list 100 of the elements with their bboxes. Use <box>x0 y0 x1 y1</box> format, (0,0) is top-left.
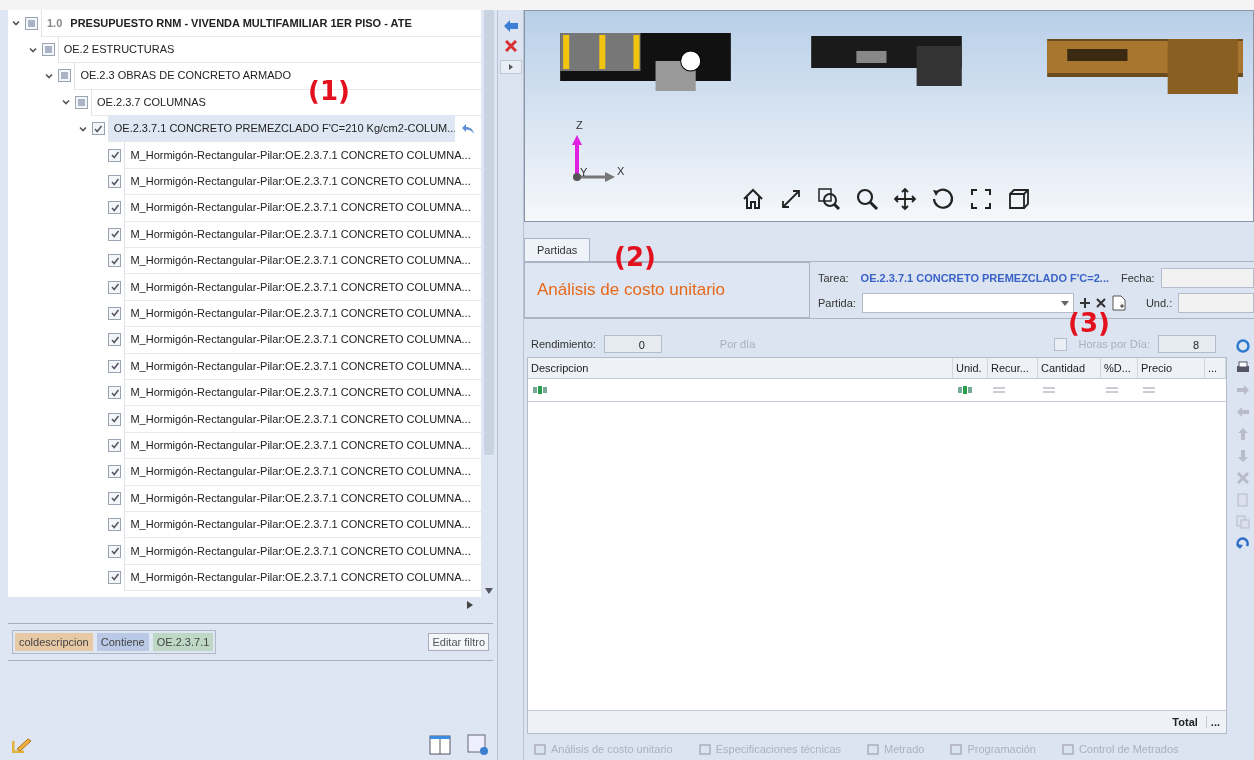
layout-icon[interactable] <box>429 735 451 755</box>
document-icon <box>1061 743 1074 755</box>
field-label: Und.: <box>1145 296 1173 309</box>
tree-item[interactable]: M_Hormigón-Rectangular-Pilar:OE.2.3.7.1 CONCRETO COLUMNA... <box>124 484 481 512</box>
checkbox[interactable] <box>108 359 122 373</box>
tab[interactable]: Partidas <box>524 238 591 261</box>
document-icon <box>867 743 880 755</box>
tree-item[interactable]: 1.0 PRESUPUESTO RNM - VIVENDA MULTIFAMILIAR 1ER PISO - ATE <box>41 10 481 37</box>
tree-item[interactable]: OE.2 ESTRUCTURAS <box>57 35 481 64</box>
tree-item[interactable]: M_Hormigón-Rectangular-Pilar:OE.2.3.7.1 CONCRETO COLUMNA... <box>124 273 481 301</box>
annotation-label: (2) <box>614 244 656 270</box>
vertical-scrollbar[interactable] <box>481 10 497 613</box>
close-icon[interactable] <box>1095 297 1106 308</box>
zoom-window-icon[interactable] <box>817 187 841 211</box>
tree-item[interactable]: M_Hormigón-Rectangular-Pilar:OE.2.3.7.1 CONCRETO COLUMNA... <box>124 299 481 328</box>
arrow-left-icon[interactable] <box>503 20 518 32</box>
hours-spinner[interactable]: 8 <box>1158 335 1216 353</box>
tree-item[interactable]: M_Hormigón-Rectangular-Pilar:OE.2.3.7.1 CONCRETO COLUMNA... <box>124 141 481 169</box>
search-icon[interactable] <box>855 187 879 211</box>
checkbox[interactable] <box>91 122 105 136</box>
diagonal-arrows-icon[interactable] <box>779 187 803 211</box>
edit-filter-button[interactable]: Editar filtro <box>428 633 489 651</box>
task-value: OE.2.3.7.1 CONCRETO PREMEZCLADO F'C=2... <box>860 271 1109 284</box>
tree-item[interactable]: M_Hormigón-Rectangular-Pilar:OE.2.3.7.1 CONCRETO COLUMNA... <box>124 352 481 380</box>
checkbox[interactable] <box>108 570 122 584</box>
tree-item[interactable]: OE.2.3.7.1 CONCRETO PREMEZCLADO F'C=210 Kg/cm2-COLUM... <box>107 115 455 143</box>
checkbox[interactable] <box>108 254 122 268</box>
unit-field[interactable] <box>1178 292 1254 313</box>
column-header[interactable]: %D... <box>1101 358 1138 378</box>
checkbox[interactable] <box>1054 337 1068 351</box>
column-header[interactable]: Unid. <box>953 358 988 378</box>
checkbox[interactable] <box>108 465 122 479</box>
expand-button[interactable] <box>499 60 522 74</box>
axis-label: Z <box>576 119 583 131</box>
checkbox[interactable] <box>108 148 122 162</box>
text-filter-icon[interactable] <box>958 386 972 394</box>
checkbox[interactable] <box>108 438 122 452</box>
field-label: Rendimiento: <box>531 338 596 350</box>
tree-item[interactable]: M_Hormigón-Rectangular-Pilar:OE.2.3.7.1 CONCRETO COLUMNA... <box>124 194 481 222</box>
printer-icon[interactable] <box>1236 361 1250 375</box>
tree-item[interactable]: M_Hormigón-Rectangular-Pilar:OE.2.3.7.1 CONCRETO COLUMNA... <box>124 431 481 460</box>
column-header[interactable]: Cantidad <box>1038 358 1101 378</box>
tree-item[interactable]: M_Hormigón-Rectangular-Pilar:OE.2.3.7.1 CONCRETO COLUMNA... <box>124 247 481 275</box>
scroll-down-arrow-icon[interactable] <box>485 588 493 594</box>
fit-screen-icon[interactable] <box>969 187 993 211</box>
plus-icon[interactable] <box>1079 297 1090 308</box>
date-field[interactable] <box>1160 267 1254 288</box>
3d-viewer[interactable]: Z Y X <box>524 10 1254 222</box>
column-header[interactable]: Recur... <box>988 358 1038 378</box>
tree-item[interactable]: M_Hormigón-Rectangular-Pilar:OE.2.3.7.1 CONCRETO COLUMNA... <box>124 326 481 354</box>
tree-item[interactable]: M_Hormigón-Rectangular-Pilar:OE.2.3.7.1 CONCRETO COLUMNA... <box>124 405 481 433</box>
document-icon <box>950 743 963 755</box>
dropdown-arrow-icon[interactable] <box>1060 300 1069 306</box>
document-icon <box>698 743 711 755</box>
checkbox[interactable] <box>108 491 122 505</box>
tree-item[interactable]: M_Hormigón-Rectangular-Pilar:OE.2.3.7.1 CONCRETO COLUMNA... <box>124 537 481 565</box>
column-header[interactable]: Descripcion <box>528 358 953 378</box>
window-settings-icon[interactable] <box>467 734 489 756</box>
field-label: Tarea: <box>818 271 849 284</box>
rotate-icon[interactable] <box>931 187 955 211</box>
new-document-icon[interactable] <box>1111 294 1126 311</box>
back-arrow-icon[interactable] <box>461 122 475 135</box>
checkbox[interactable] <box>108 412 122 426</box>
refresh-icon[interactable] <box>1236 339 1250 353</box>
tree-item[interactable]: M_Hormigón-Rectangular-Pilar:OE.2.3.7.1 CONCRETO COLUMNA... <box>124 510 481 539</box>
home-icon[interactable] <box>741 187 765 211</box>
axis-label: X <box>617 165 625 177</box>
scroll-right-arrow-icon[interactable] <box>467 601 473 609</box>
tree-item[interactable]: M_Hormigón-Rectangular-Pilar:OE.2.3.7.1 CONCRETO COLUMNA... <box>124 563 481 592</box>
field-label: Partida: <box>818 296 856 309</box>
section-title: Análisis de costo unitario <box>537 280 726 300</box>
tree-item[interactable]: M_Hormigón-Rectangular-Pilar:OE.2.3.7.1 CONCRETO COLUMNA... <box>124 220 481 248</box>
cube-icon[interactable] <box>1007 187 1031 211</box>
tree-item[interactable]: M_Hormigón-Rectangular-Pilar:OE.2.3.7.1 CONCRETO COLUMNA... <box>124 167 481 196</box>
checkbox[interactable] <box>108 333 122 347</box>
text-filter-icon[interactable] <box>533 386 547 394</box>
column-header[interactable]: ... <box>1205 358 1226 378</box>
axis-label: Y <box>580 166 588 178</box>
total-label: Total <box>1172 716 1198 728</box>
checkbox[interactable] <box>108 227 122 241</box>
tree-item[interactable]: M_Hormigón-Rectangular-Pilar:OE.2.3.7.1 CONCRETO COLUMNA... <box>124 378 481 407</box>
checkbox[interactable] <box>108 518 122 532</box>
pencil-icon[interactable] <box>12 737 32 753</box>
more-button[interactable]: ... <box>1205 716 1220 728</box>
undo-icon[interactable] <box>1236 537 1250 551</box>
checkbox[interactable] <box>108 544 122 558</box>
filter-chip[interactable]: OE.2.3.7.1 <box>152 633 214 651</box>
checkbox[interactable] <box>108 280 122 294</box>
checkbox[interactable] <box>108 386 122 400</box>
column-header[interactable]: Precio <box>1138 358 1205 378</box>
tree-item[interactable]: M_Hormigón-Rectangular-Pilar:OE.2.3.7.1 CONCRETO COLUMNA... <box>124 458 481 486</box>
checkbox[interactable] <box>108 201 122 215</box>
caret-right-icon <box>508 64 513 70</box>
checkbox[interactable] <box>108 175 122 189</box>
filter-chip[interactable]: coldescripcion <box>15 633 93 651</box>
filter-chip[interactable]: Contiene <box>96 633 149 651</box>
move-icon[interactable] <box>893 187 917 211</box>
field-label: Fecha: <box>1121 271 1155 284</box>
checkbox[interactable] <box>108 307 122 320</box>
yield-spinner[interactable]: 0 <box>603 335 662 353</box>
